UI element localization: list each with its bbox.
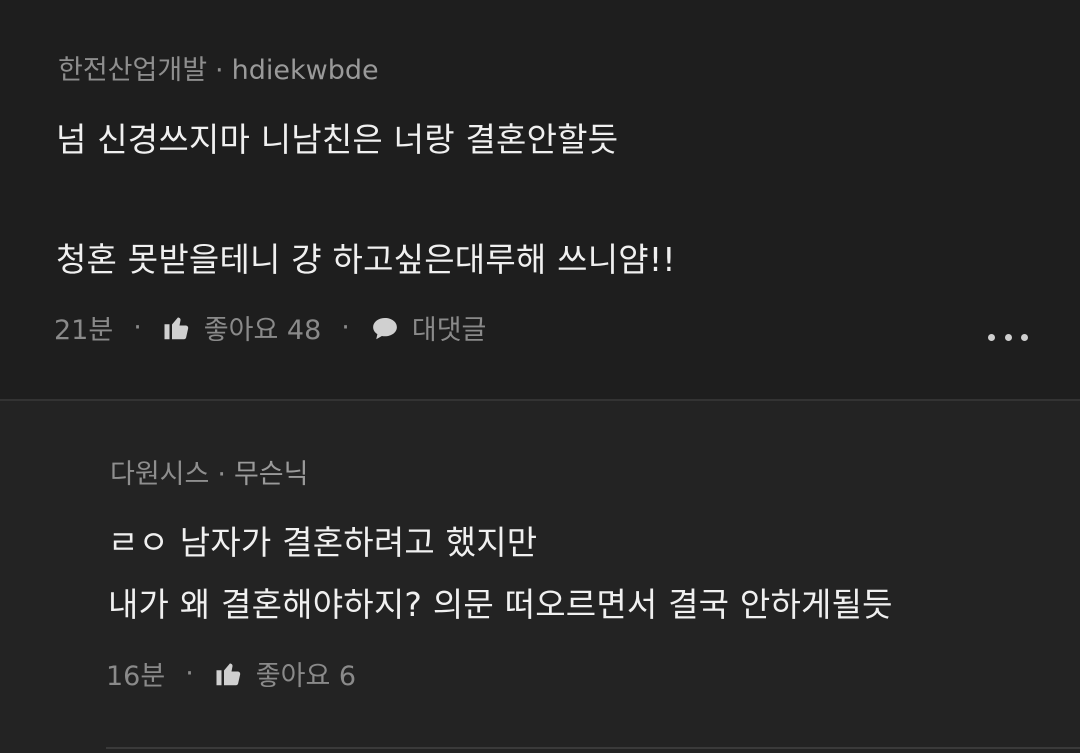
more-options-button[interactable] (988, 322, 1028, 352)
more-dots-icon (988, 333, 995, 341)
speech-bubble-icon (370, 313, 400, 343)
like-button[interactable]: 좋아요 48 (162, 308, 321, 347)
comment-1: 한전산업개발 · hdiekwbde 넘 신경쓰지마 니남친은 너랑 결혼안할듯 청… (0, 0, 1080, 399)
comment-author[interactable]: 한전산업개발 · hdiekwbde (58, 48, 379, 87)
author-username: hdiekwbde (231, 55, 379, 86)
footer-separator: · (185, 658, 194, 689)
reply-label: 대댓글 (411, 315, 487, 346)
author-company: 한전산업개발 (58, 55, 208, 86)
comment-time: 16분 (106, 661, 166, 692)
thumbs-up-icon (162, 313, 192, 343)
like-count-label: 좋아요 48 (203, 315, 322, 346)
author-company: 다원시스 (110, 459, 210, 490)
comment-footer: 21분 · 좋아요 48 · 대댓글 (54, 308, 486, 347)
like-count-label: 좋아요 6 (255, 661, 357, 692)
comment-text-line-2: 청혼 못받을테니 걍 하고싶은대루해 쓰니얌!! (56, 240, 676, 279)
like-button[interactable]: 좋아요 6 (214, 654, 356, 693)
comment-time: 21분 (54, 315, 114, 346)
meta-separator: · (215, 55, 224, 86)
author-username: 무슨닉 (233, 459, 309, 490)
comment-text-line-2: 내가 왜 결혼해야하지? 의문 떠오르면서 결국 안하게될듯 (108, 585, 893, 624)
comment-text-line-1: 넘 신경쓰지마 니남친은 너랑 결혼안할듯 (56, 120, 619, 159)
reply-divider (106, 747, 1080, 749)
reply-button[interactable]: 대댓글 (370, 308, 487, 347)
comment-author[interactable]: 다원시스 · 무슨닉 (110, 452, 309, 491)
more-dot (1021, 333, 1028, 341)
footer-separator: · (341, 312, 350, 343)
comment-text-line-1: ㄹㅇ 남자가 결혼하려고 했지만 (108, 523, 538, 562)
comment-footer: 16분 · 좋아요 6 (106, 654, 356, 693)
thumbs-up-icon (214, 659, 244, 689)
more-dot (1004, 333, 1012, 341)
reply-comment: 다원시스 · 무슨닉 ㄹㅇ 남자가 결혼하려고 했지만 내가 왜 결혼해야하지? 의… (0, 401, 1080, 753)
meta-separator: · (217, 459, 226, 490)
footer-separator: · (133, 312, 142, 343)
